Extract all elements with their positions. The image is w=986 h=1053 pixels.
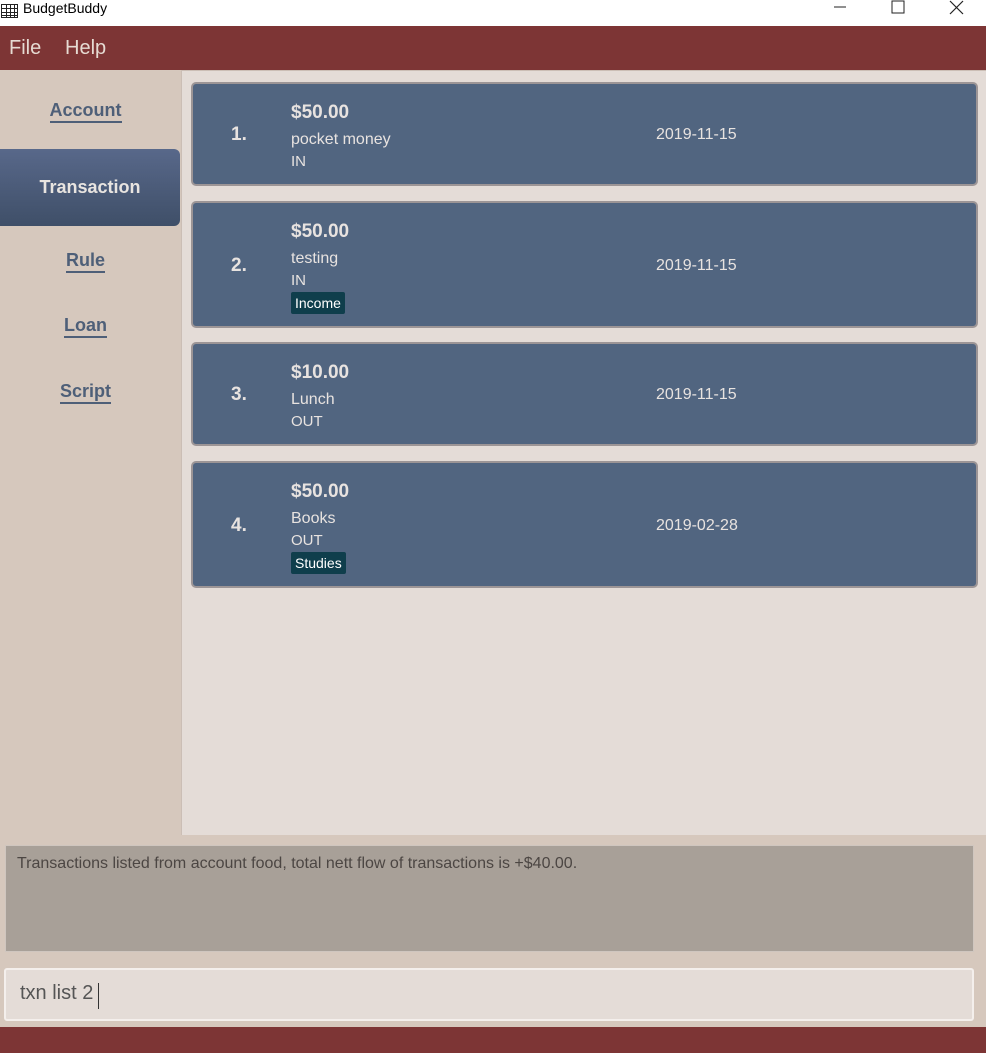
maximize-button[interactable] bbox=[875, 0, 921, 26]
transaction-card[interactable]: 2. $50.00 testing IN Income 2019-11-15 bbox=[191, 201, 978, 328]
menu-help[interactable]: Help bbox=[65, 37, 106, 59]
sidebar-item-account[interactable]: Account bbox=[0, 100, 171, 123]
transaction-direction: IN bbox=[291, 153, 306, 170]
result-message: Transactions listed from account food, t… bbox=[17, 855, 578, 872]
transaction-date: 2019-02-28 bbox=[656, 517, 738, 534]
transaction-direction: OUT bbox=[291, 532, 323, 549]
transaction-date: 2019-11-15 bbox=[656, 126, 737, 143]
transaction-list[interactable]: 1. $50.00 pocket money IN 2019-11-15 2. … bbox=[181, 70, 986, 835]
title-bar: BudgetBuddy bbox=[0, 0, 986, 26]
transaction-index: 2. bbox=[231, 255, 247, 276]
sidebar-item-loan[interactable]: Loan bbox=[0, 315, 171, 338]
sidebar-item-label: Transaction bbox=[39, 177, 141, 197]
sidebar-item-label: Rule bbox=[65, 250, 105, 273]
transaction-description: pocket money bbox=[291, 131, 391, 148]
sidebar-item-transaction[interactable]: Transaction bbox=[0, 149, 180, 226]
sidebar: Account Transaction Rule Loan Script bbox=[0, 70, 181, 835]
transaction-description: Lunch bbox=[291, 391, 335, 408]
transaction-card[interactable]: 1. $50.00 pocket money IN 2019-11-15 bbox=[191, 82, 978, 186]
transaction-card[interactable]: 3. $10.00 Lunch OUT 2019-11-15 bbox=[191, 342, 978, 446]
sidebar-item-label: Loan bbox=[64, 315, 107, 338]
transaction-index: 4. bbox=[231, 515, 247, 536]
transaction-index: 3. bbox=[231, 384, 247, 405]
transaction-direction: IN bbox=[291, 272, 306, 289]
window-title: BudgetBuddy bbox=[23, 0, 108, 16]
command-input[interactable] bbox=[20, 982, 950, 1005]
transaction-description: testing bbox=[291, 250, 339, 267]
sidebar-item-script[interactable]: Script bbox=[0, 381, 171, 404]
minimize-icon bbox=[834, 6, 846, 8]
app-table-icon bbox=[1, 4, 18, 18]
transaction-direction: OUT bbox=[291, 413, 323, 430]
transaction-amount: $50.00 bbox=[291, 221, 350, 242]
result-display[interactable]: Transactions listed from account food, t… bbox=[5, 845, 974, 952]
transaction-amount: $50.00 bbox=[291, 102, 350, 123]
sidebar-item-label: Account bbox=[49, 100, 122, 123]
sidebar-item-label: Script bbox=[59, 381, 111, 404]
menu-bar: File Help bbox=[0, 26, 986, 70]
transaction-amount: $10.00 bbox=[291, 362, 350, 383]
transaction-amount: $50.00 bbox=[291, 481, 350, 502]
transaction-date: 2019-11-15 bbox=[656, 257, 737, 274]
minimize-button[interactable] bbox=[818, 0, 864, 26]
transaction-card[interactable]: 4. $50.00 Books OUT Studies 2019-02-28 bbox=[191, 461, 978, 588]
result-panel: Transactions listed from account food, t… bbox=[0, 835, 986, 963]
command-panel bbox=[0, 963, 986, 1027]
maximize-icon bbox=[891, 0, 905, 14]
menu-file[interactable]: File bbox=[9, 37, 41, 59]
status-bar bbox=[0, 1027, 986, 1053]
transaction-tag: Income bbox=[291, 292, 345, 314]
close-icon bbox=[949, 0, 964, 15]
transaction-index: 1. bbox=[231, 124, 247, 145]
sidebar-item-rule[interactable]: Rule bbox=[0, 250, 171, 273]
transaction-date: 2019-11-15 bbox=[656, 386, 737, 403]
close-button[interactable] bbox=[934, 0, 980, 26]
transaction-tag: Studies bbox=[291, 552, 346, 574]
command-box[interactable] bbox=[4, 968, 974, 1021]
transaction-description: Books bbox=[291, 510, 336, 527]
text-caret bbox=[98, 983, 99, 1009]
